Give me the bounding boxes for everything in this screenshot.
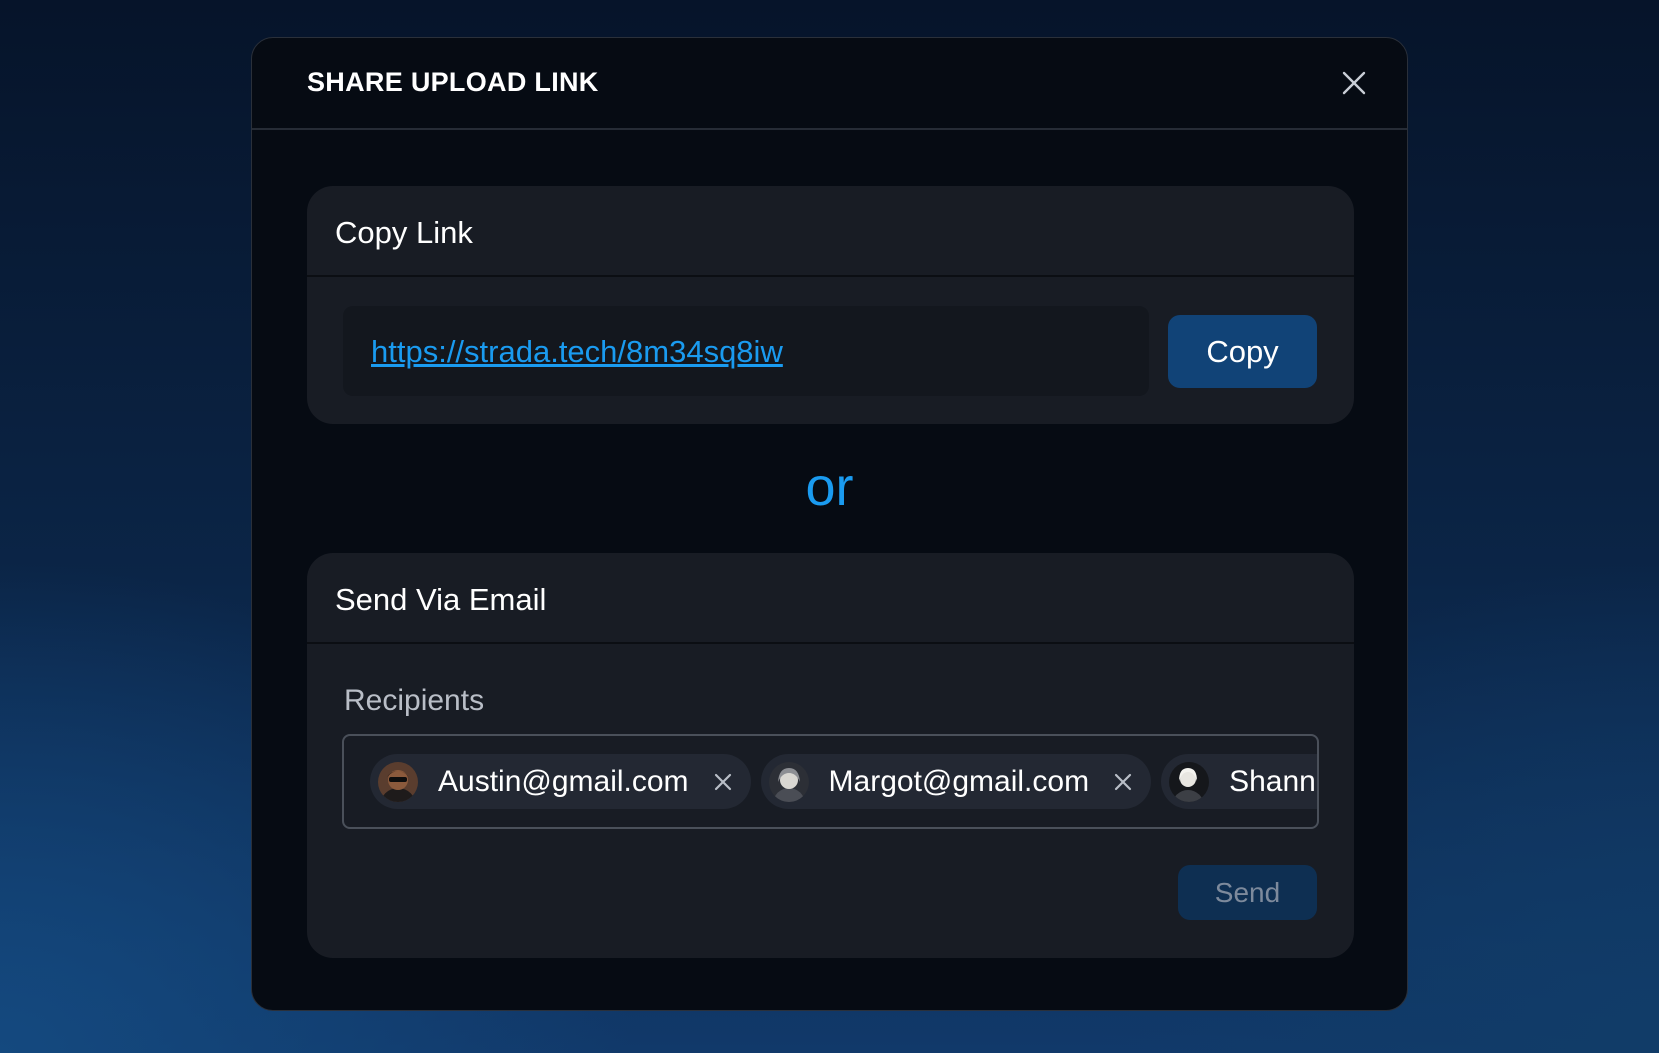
recipients-input[interactable]: Austin@gmail.com Margot@gmail.com Shann: [342, 734, 1319, 829]
copy-link-card: Copy Link https://strada.tech/8m34sq8iw …: [307, 186, 1354, 424]
send-button[interactable]: Send: [1178, 865, 1317, 920]
recipient-chip[interactable]: Shanno: [1161, 754, 1317, 809]
share-link[interactable]: https://strada.tech/8m34sq8iw: [371, 334, 783, 370]
avatar: [1169, 761, 1210, 802]
close-icon: [1114, 773, 1132, 790]
copy-button[interactable]: Copy: [1168, 315, 1317, 388]
copy-link-title: Copy Link: [335, 215, 473, 250]
recipient-email: Austin@gmail.com: [438, 764, 689, 798]
modal-title: SHARE UPLOAD LINK: [307, 67, 599, 97]
avatar: [768, 761, 809, 802]
remove-recipient-button[interactable]: [1113, 772, 1133, 792]
send-via-email-card: Send Via Email Recipients Austin@gmail.c…: [307, 553, 1354, 958]
close-icon: [1342, 71, 1366, 95]
recipient-email: Shanno: [1229, 764, 1317, 798]
recipient-chip-list: Austin@gmail.com Margot@gmail.com Shann: [370, 754, 1317, 809]
recipients-label: Recipients: [344, 684, 485, 717]
send-via-email-header: Send Via Email: [307, 553, 1354, 644]
send-via-email-title: Send Via Email: [335, 582, 547, 617]
close-icon: [714, 773, 731, 790]
avatar: [378, 761, 418, 802]
modal-header: SHARE UPLOAD LINK: [252, 38, 1407, 130]
close-button[interactable]: [1339, 68, 1369, 98]
copy-link-header: Copy Link: [307, 186, 1354, 277]
or-divider: or: [805, 457, 854, 517]
remove-recipient-button[interactable]: [713, 772, 733, 792]
recipient-chip[interactable]: Austin@gmail.com: [370, 754, 751, 809]
recipient-chip[interactable]: Margot@gmail.com: [760, 754, 1152, 809]
recipient-email: Margot@gmail.com: [828, 764, 1090, 798]
share-upload-link-modal: SHARE UPLOAD LINK Copy Link https://stra…: [251, 37, 1408, 1011]
link-field: https://strada.tech/8m34sq8iw: [343, 306, 1149, 396]
